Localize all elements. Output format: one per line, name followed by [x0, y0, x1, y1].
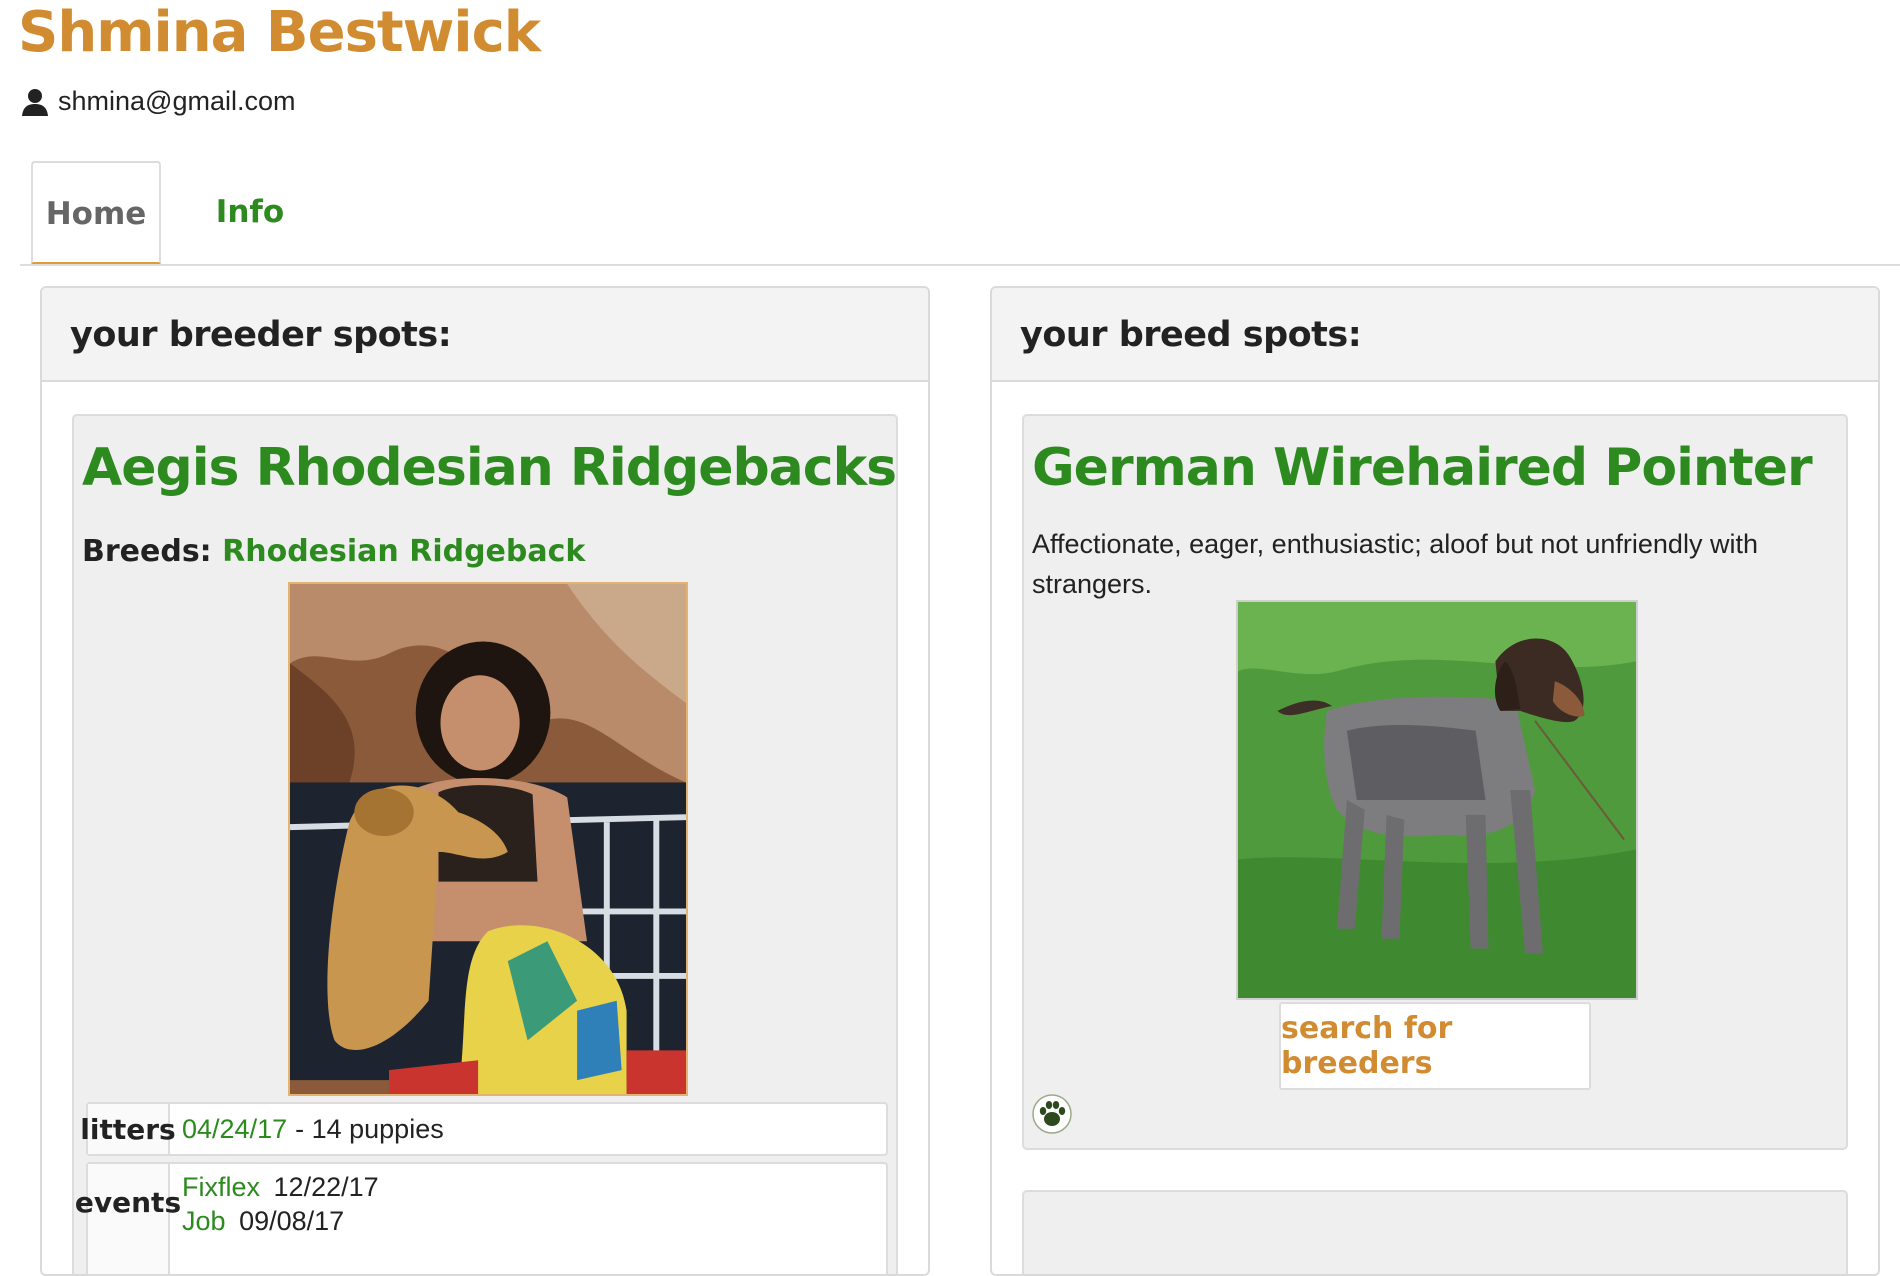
tab-home[interactable]: Home: [31, 161, 161, 264]
email-text: shmina@gmail.com: [58, 86, 296, 116]
litter-count: - 14 puppies: [295, 1113, 444, 1144]
litters-row: litters 04/24/17 - 14 puppies: [80, 1102, 888, 1156]
breed-spots-panel: your breed spots: German Wirehaired Poin…: [990, 286, 1880, 1276]
event-item: Job 09/08/17: [182, 1204, 344, 1238]
breeder-card: Aegis Rhodesian Ridgebacks Breeds: Rhode…: [72, 414, 898, 1274]
event-date: 12/22/17: [273, 1172, 379, 1202]
breeder-spots-panel: your breeder spots: Aegis Rhodesian Ridg…: [40, 286, 930, 1276]
breeder-photo: [288, 582, 688, 1096]
search-for-breeders-button[interactable]: search for breeders: [1279, 1002, 1591, 1090]
breeds-line: Breeds: Rhodesian Ridgeback: [82, 534, 585, 569]
litters-label: litters: [80, 1104, 176, 1154]
litter-date-link[interactable]: 04/24/17: [182, 1114, 287, 1145]
event-date: 09/08/17: [239, 1206, 345, 1236]
user-email-line: shmina@gmail.com: [20, 86, 295, 117]
breed-description: Affectionate, eager, enthusiastic; aloof…: [1032, 529, 1758, 599]
breed-card: [1022, 1190, 1848, 1274]
events-list: Fixflex 12/22/17 Job 09/08/17: [170, 1164, 379, 1274]
event-item: Fixflex 12/22/17: [182, 1170, 379, 1204]
events-label: events: [75, 1164, 181, 1274]
tab-bar: Home Info: [20, 161, 1900, 266]
breed-photo: [1236, 600, 1638, 1000]
tab-info[interactable]: Info: [190, 161, 310, 264]
user-icon: [22, 88, 48, 116]
events-row: events Fixflex 12/22/17 Job 09/08/17: [75, 1162, 888, 1274]
event-name-link[interactable]: Fixflex: [182, 1172, 260, 1202]
paw-icon[interactable]: [1032, 1094, 1072, 1134]
user-name: Shmina Bestwick: [18, 0, 541, 65]
breed-card: German Wirehaired Pointer Affectionate, …: [1022, 414, 1848, 1150]
breeder-name-link[interactable]: Aegis Rhodesian Ridgebacks: [82, 438, 897, 498]
event-name-link[interactable]: Job: [182, 1206, 226, 1236]
breeds-label: Breeds:: [82, 534, 212, 569]
breed-link[interactable]: Rhodesian Ridgeback: [222, 534, 585, 569]
litter-entry: 04/24/17 - 14 puppies: [170, 1104, 444, 1154]
breed-name-link[interactable]: German Wirehaired Pointer: [1032, 438, 1813, 498]
panel-title: your breeder spots:: [42, 288, 928, 382]
panel-title: your breed spots:: [992, 288, 1878, 382]
